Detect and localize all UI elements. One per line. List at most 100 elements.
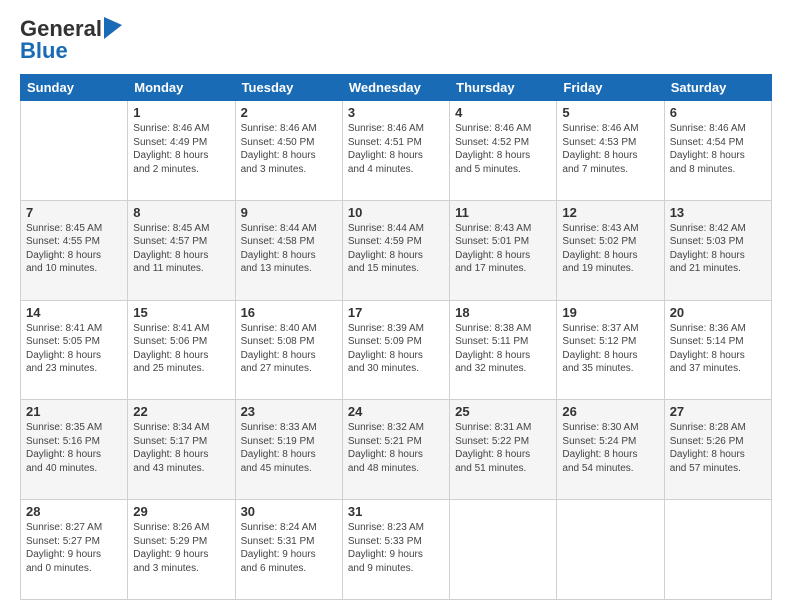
calendar-cell: 16 Sunrise: 8:40 AM Sunset: 5:08 PM Dayli… <box>235 300 342 400</box>
weekday-header-friday: Friday <box>557 75 664 101</box>
cell-info: Sunrise: 8:46 AM Sunset: 4:49 PM Dayligh… <box>133 122 229 176</box>
day-number: 2 <box>241 105 337 120</box>
cell-info: Sunrise: 8:46 AM Sunset: 4:53 PM Dayligh… <box>562 122 658 176</box>
cell-info: Sunrise: 8:31 AM Sunset: 5:22 PM Dayligh… <box>455 421 551 475</box>
cell-info: Sunrise: 8:46 AM Sunset: 4:50 PM Dayligh… <box>241 122 337 176</box>
calendar-cell <box>557 500 664 600</box>
day-number: 19 <box>562 305 658 320</box>
cell-info: Sunrise: 8:43 AM Sunset: 5:02 PM Dayligh… <box>562 222 658 276</box>
day-number: 31 <box>348 504 444 519</box>
cell-info: Sunrise: 8:32 AM Sunset: 5:21 PM Dayligh… <box>348 421 444 475</box>
calendar-week-1: 1Sunrise: 8:46 AM Sunset: 4:49 PM Daylig… <box>21 101 772 201</box>
calendar-cell: 19 Sunrise: 8:37 AM Sunset: 5:12 PM Dayli… <box>557 300 664 400</box>
cell-info: Sunrise: 8:23 AM Sunset: 5:33 PM Dayligh… <box>348 521 444 575</box>
day-number: 3 <box>348 105 444 120</box>
calendar-cell: 10 Sunrise: 8:44 AM Sunset: 4:59 PM Dayli… <box>342 200 449 300</box>
cell-info: Sunrise: 8:44 AM Sunset: 4:59 PM Dayligh… <box>348 222 444 276</box>
day-number: 10 <box>348 205 444 220</box>
cell-info: Sunrise: 8:35 AM Sunset: 5:16 PM Dayligh… <box>26 421 122 475</box>
day-number: 20 <box>670 305 766 320</box>
weekday-header-tuesday: Tuesday <box>235 75 342 101</box>
day-number: 29 <box>133 504 229 519</box>
weekday-header-row: SundayMondayTuesdayWednesdayThursdayFrid… <box>21 75 772 101</box>
calendar-cell: 7Sunrise: 8:45 AM Sunset: 4:55 PM Daylig… <box>21 200 128 300</box>
cell-info: Sunrise: 8:24 AM Sunset: 5:31 PM Dayligh… <box>241 521 337 575</box>
cell-info: Sunrise: 8:44 AM Sunset: 4:58 PM Dayligh… <box>241 222 337 276</box>
calendar-cell: 22 Sunrise: 8:34 AM Sunset: 5:17 PM Dayli… <box>128 400 235 500</box>
logo: General Blue <box>20 16 122 64</box>
cell-info: Sunrise: 8:30 AM Sunset: 5:24 PM Dayligh… <box>562 421 658 475</box>
day-number: 22 <box>133 404 229 419</box>
cell-info: Sunrise: 8:40 AM Sunset: 5:08 PM Dayligh… <box>241 322 337 376</box>
header: General Blue <box>20 16 772 64</box>
day-number: 23 <box>241 404 337 419</box>
cell-info: Sunrise: 8:26 AM Sunset: 5:29 PM Dayligh… <box>133 521 229 575</box>
calendar-cell <box>21 101 128 201</box>
cell-info: Sunrise: 8:37 AM Sunset: 5:12 PM Dayligh… <box>562 322 658 376</box>
calendar-cell: 20 Sunrise: 8:36 AM Sunset: 5:14 PM Dayli… <box>664 300 771 400</box>
calendar-cell: 1Sunrise: 8:46 AM Sunset: 4:49 PM Daylig… <box>128 101 235 201</box>
calendar-cell: 30 Sunrise: 8:24 AM Sunset: 5:31 PM Dayli… <box>235 500 342 600</box>
page: General Blue SundayMondayTuesdayWednesda… <box>0 0 792 612</box>
calendar-cell: 3 Sunrise: 8:46 AM Sunset: 4:51 PM Daylig… <box>342 101 449 201</box>
calendar-cell: 11Sunrise: 8:43 AM Sunset: 5:01 PM Dayli… <box>450 200 557 300</box>
cell-info: Sunrise: 8:45 AM Sunset: 4:57 PM Dayligh… <box>133 222 229 276</box>
cell-info: Sunrise: 8:28 AM Sunset: 5:26 PM Dayligh… <box>670 421 766 475</box>
day-number: 24 <box>348 404 444 419</box>
calendar-cell: 2 Sunrise: 8:46 AM Sunset: 4:50 PM Daylig… <box>235 101 342 201</box>
calendar-cell: 5 Sunrise: 8:46 AM Sunset: 4:53 PM Daylig… <box>557 101 664 201</box>
cell-info: Sunrise: 8:46 AM Sunset: 4:51 PM Dayligh… <box>348 122 444 176</box>
cell-info: Sunrise: 8:36 AM Sunset: 5:14 PM Dayligh… <box>670 322 766 376</box>
calendar-cell: 6Sunrise: 8:46 AM Sunset: 4:54 PM Daylig… <box>664 101 771 201</box>
cell-info: Sunrise: 8:46 AM Sunset: 4:52 PM Dayligh… <box>455 122 551 176</box>
calendar-cell: 8 Sunrise: 8:45 AM Sunset: 4:57 PM Daylig… <box>128 200 235 300</box>
day-number: 9 <box>241 205 337 220</box>
calendar-week-2: 7Sunrise: 8:45 AM Sunset: 4:55 PM Daylig… <box>21 200 772 300</box>
calendar-cell: 9 Sunrise: 8:44 AM Sunset: 4:58 PM Daylig… <box>235 200 342 300</box>
day-number: 25 <box>455 404 551 419</box>
calendar-week-3: 14Sunrise: 8:41 AM Sunset: 5:05 PM Dayli… <box>21 300 772 400</box>
weekday-header-saturday: Saturday <box>664 75 771 101</box>
cell-info: Sunrise: 8:38 AM Sunset: 5:11 PM Dayligh… <box>455 322 551 376</box>
logo-icon <box>104 17 122 39</box>
cell-info: Sunrise: 8:34 AM Sunset: 5:17 PM Dayligh… <box>133 421 229 475</box>
day-number: 15 <box>133 305 229 320</box>
day-number: 13 <box>670 205 766 220</box>
calendar-cell: 13 Sunrise: 8:42 AM Sunset: 5:03 PM Dayli… <box>664 200 771 300</box>
day-number: 7 <box>26 205 122 220</box>
cell-info: Sunrise: 8:27 AM Sunset: 5:27 PM Dayligh… <box>26 521 122 575</box>
cell-info: Sunrise: 8:41 AM Sunset: 5:06 PM Dayligh… <box>133 322 229 376</box>
calendar-cell: 28 Sunrise: 8:27 AM Sunset: 5:27 PM Dayli… <box>21 500 128 600</box>
day-number: 12 <box>562 205 658 220</box>
day-number: 6 <box>670 105 766 120</box>
calendar-cell: 26 Sunrise: 8:30 AM Sunset: 5:24 PM Dayli… <box>557 400 664 500</box>
day-number: 21 <box>26 404 122 419</box>
day-number: 4 <box>455 105 551 120</box>
calendar-cell: 4 Sunrise: 8:46 AM Sunset: 4:52 PM Daylig… <box>450 101 557 201</box>
day-number: 16 <box>241 305 337 320</box>
day-number: 11 <box>455 205 551 220</box>
calendar-cell: 21 Sunrise: 8:35 AM Sunset: 5:16 PM Dayli… <box>21 400 128 500</box>
day-number: 5 <box>562 105 658 120</box>
day-number: 8 <box>133 205 229 220</box>
calendar-week-5: 28 Sunrise: 8:27 AM Sunset: 5:27 PM Dayli… <box>21 500 772 600</box>
calendar-cell: 18 Sunrise: 8:38 AM Sunset: 5:11 PM Dayli… <box>450 300 557 400</box>
day-number: 30 <box>241 504 337 519</box>
day-number: 28 <box>26 504 122 519</box>
calendar-cell: 25 Sunrise: 8:31 AM Sunset: 5:22 PM Dayli… <box>450 400 557 500</box>
calendar-cell: 29 Sunrise: 8:26 AM Sunset: 5:29 PM Dayli… <box>128 500 235 600</box>
calendar-cell <box>664 500 771 600</box>
calendar-cell: 17Sunrise: 8:39 AM Sunset: 5:09 PM Dayli… <box>342 300 449 400</box>
calendar-cell: 31 Sunrise: 8:23 AM Sunset: 5:33 PM Dayli… <box>342 500 449 600</box>
cell-info: Sunrise: 8:39 AM Sunset: 5:09 PM Dayligh… <box>348 322 444 376</box>
cell-info: Sunrise: 8:42 AM Sunset: 5:03 PM Dayligh… <box>670 222 766 276</box>
weekday-header-thursday: Thursday <box>450 75 557 101</box>
weekday-header-sunday: Sunday <box>21 75 128 101</box>
day-number: 14 <box>26 305 122 320</box>
calendar-cell: 23 Sunrise: 8:33 AM Sunset: 5:19 PM Dayli… <box>235 400 342 500</box>
day-number: 27 <box>670 404 766 419</box>
day-number: 26 <box>562 404 658 419</box>
calendar-cell <box>450 500 557 600</box>
cell-info: Sunrise: 8:33 AM Sunset: 5:19 PM Dayligh… <box>241 421 337 475</box>
day-number: 18 <box>455 305 551 320</box>
